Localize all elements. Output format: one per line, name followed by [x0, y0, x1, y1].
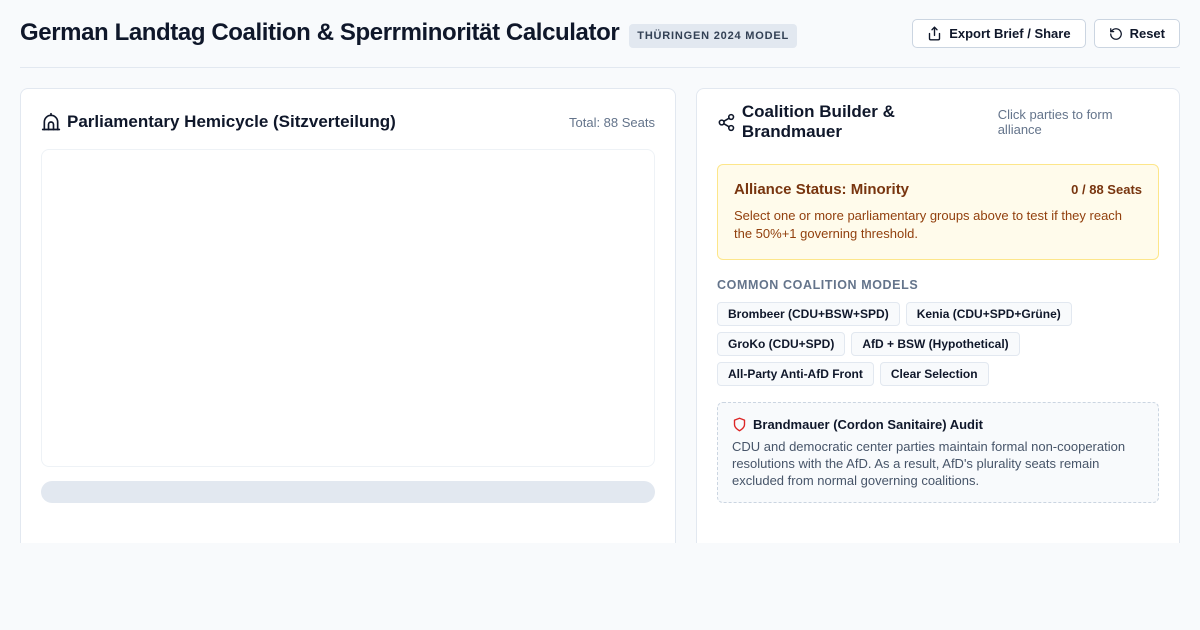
alliance-seat-count: 0 / 88 Seats: [1071, 182, 1142, 197]
app-header: German Landtag Coalition & Sperrminoritä…: [20, 0, 1180, 68]
alliance-status-box: Alliance Status: Minority 0 / 88 Seats S…: [717, 164, 1159, 260]
brandmauer-audit-box: Brandmauer (Cordon Sanitaire) Audit CDU …: [717, 402, 1159, 503]
audit-title: Brandmauer (Cordon Sanitaire) Audit: [753, 417, 983, 432]
model-afd-bsw-button[interactable]: AfD + BSW (Hypothetical): [851, 332, 1020, 356]
audit-description: CDU and democratic center parties mainta…: [732, 439, 1126, 488]
clear-selection-button[interactable]: Clear Selection: [879, 362, 989, 386]
alliance-status-description: Select one or more parliamentary groups …: [734, 208, 1123, 241]
total-seats: Total: 88 Seats: [569, 114, 655, 130]
header-actions: Export Brief / Share Reset: [912, 19, 1180, 48]
alliance-status-title: Alliance Status: Minority: [734, 181, 910, 198]
model-anti-afd-front-button[interactable]: All-Party Anti-AfD Front: [717, 362, 874, 386]
model-groko-button[interactable]: GroKo (CDU+SPD): [717, 332, 846, 356]
export-share-label: Export Brief / Share: [949, 26, 1071, 41]
seat-distribution-bar: [41, 481, 655, 503]
hemicycle-panel: Parliamentary Hemicycle (Sitzverteilung)…: [20, 88, 676, 543]
model-kenia-button[interactable]: Kenia (CDU+SPD+Grüne): [905, 302, 1072, 326]
hemicycle-canvas[interactable]: [41, 149, 655, 467]
page-title: German Landtag Coalition & Sperrminoritä…: [20, 18, 620, 46]
reset-button[interactable]: Reset: [1093, 19, 1180, 48]
model-badge: THÜRINGEN 2024 MODEL: [629, 23, 797, 48]
network-share-icon: [718, 113, 735, 131]
export-share-button[interactable]: Export Brief / Share: [912, 19, 1086, 48]
coalition-models-label: COMMON COALITION MODELS: [717, 278, 919, 292]
coalition-hint: Click parties to form alliance: [997, 107, 1113, 137]
parliament-dome-icon: [41, 112, 61, 131]
refresh-icon: [1109, 27, 1122, 40]
coalition-models-list: Brombeer (CDU+BSW+SPD) Kenia (CDU+SPD+Gr…: [717, 302, 1161, 386]
coalition-title: Coalition Builder & Brandmauer: [741, 102, 895, 141]
shield-icon: [733, 417, 746, 432]
reset-label: Reset: [1129, 26, 1165, 41]
coalition-panel: Coalition Builder & Brandmauer Click par…: [696, 88, 1180, 543]
model-brombeer-button[interactable]: Brombeer (CDU+BSW+SPD): [717, 302, 900, 326]
hemicycle-panel-header: Parliamentary Hemicycle (Sitzverteilung)…: [41, 111, 655, 133]
coalition-panel-header: Coalition Builder & Brandmauer Click par…: [717, 102, 1159, 141]
hemicycle-title: Parliamentary Hemicycle (Sitzverteilung): [67, 112, 396, 131]
share-icon: [929, 26, 941, 41]
